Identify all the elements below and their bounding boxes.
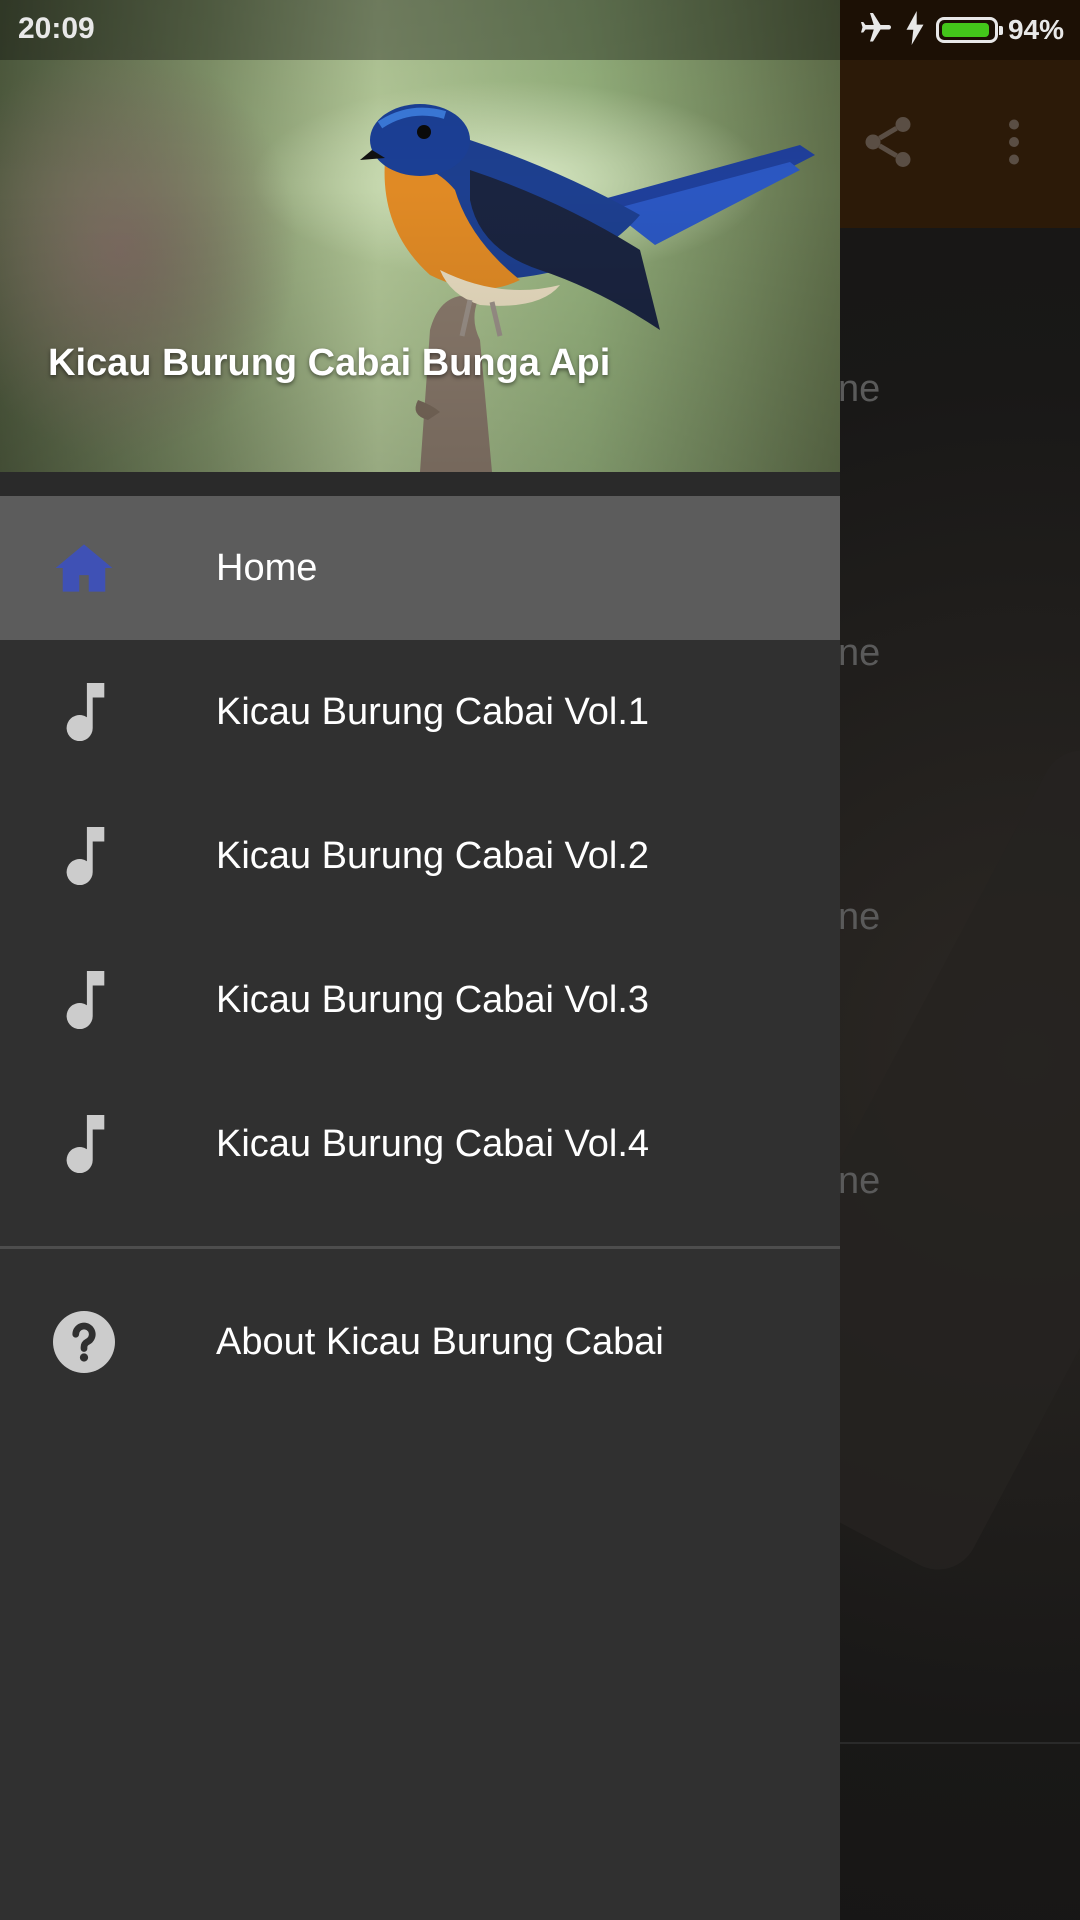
status-bar: 20:09 94%	[0, 0, 1080, 60]
header-divider-band	[0, 472, 840, 496]
menu-item-vol-2[interactable]: Kicau Burung Cabai Vol.2	[0, 784, 840, 928]
drawer-header: Kicau Burung Cabai Bunga Api	[0, 0, 840, 472]
background-divider	[840, 1742, 1080, 1744]
background-row-text: ne	[838, 368, 881, 410]
background-row-text: ne	[838, 896, 881, 938]
menu-item-label: Kicau Burung Cabai Vol.3	[216, 978, 650, 1021]
menu-item-vol-4[interactable]: Kicau Burung Cabai Vol.4	[0, 1072, 840, 1216]
battery-level	[941, 23, 989, 37]
battery-percent: 94%	[1007, 14, 1064, 45]
navigation-drawer: Kicau Burung Cabai Bunga Api Home Kicau …	[0, 0, 840, 1920]
charging-icon	[904, 10, 926, 50]
music-note-icon	[52, 680, 116, 744]
menu-item-vol-1[interactable]: Kicau Burung Cabai Vol.1	[0, 640, 840, 784]
background-row-text: ne	[838, 632, 881, 674]
more-vert-icon[interactable]	[982, 110, 1046, 174]
menu-item-home[interactable]: Home	[0, 496, 840, 640]
menu-item-about[interactable]: About Kicau Burung Cabai	[0, 1270, 840, 1414]
menu-item-label: Kicau Burung Cabai Vol.4	[216, 1122, 650, 1165]
menu-item-label: Home	[216, 546, 318, 589]
menu-item-label: Kicau Burung Cabai Vol.1	[216, 690, 650, 733]
music-note-icon	[52, 824, 116, 888]
background-row-text: ne	[838, 1160, 881, 1202]
home-icon	[52, 536, 116, 600]
battery-icon	[935, 17, 1003, 43]
menu-divider	[0, 1246, 840, 1249]
status-time: 20:09	[18, 12, 95, 45]
share-icon[interactable]	[856, 110, 920, 174]
help-circle-icon	[52, 1310, 116, 1374]
drawer-menu: Home Kicau Burung Cabai Vol.1 Kicau Buru…	[0, 496, 840, 1249]
menu-item-vol-3[interactable]: Kicau Burung Cabai Vol.3	[0, 928, 840, 1072]
airplane-mode-icon	[858, 10, 894, 51]
drawer-header-title: Kicau Burung Cabai Bunga Api	[48, 342, 611, 384]
music-note-icon	[52, 968, 116, 1032]
menu-item-label: Kicau Burung Cabai Vol.2	[216, 834, 650, 877]
menu-item-label: About Kicau Burung Cabai	[216, 1320, 664, 1363]
music-note-icon	[52, 1112, 116, 1176]
